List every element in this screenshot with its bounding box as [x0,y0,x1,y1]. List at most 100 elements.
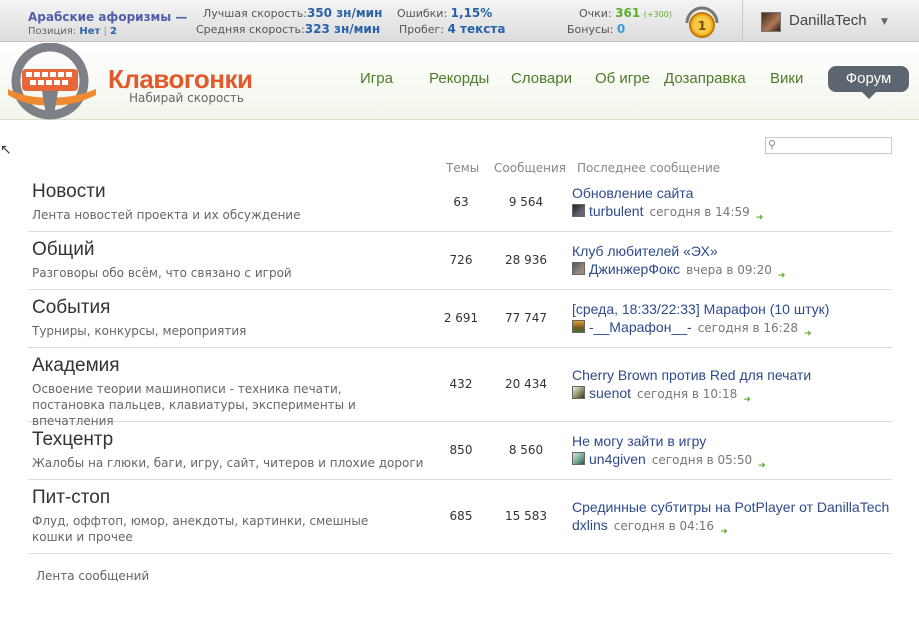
topics-count: 432 [449,377,473,391]
last-post-meta: dxlins сегодня в 04:16 ➜ [572,517,728,537]
section-title-link[interactable]: Академия [32,355,120,377]
topics-count: 63 [453,195,469,209]
avg-speed-label: Средняя скорость: [196,23,305,36]
message-feed-link[interactable]: Лента сообщений [36,569,149,583]
go-to-post-icon[interactable]: ➜ [743,395,751,405]
forum-row: Общий Разговоры обо всём, что связано с … [28,232,892,290]
last-post-time: сегодня в 05:50 [651,453,753,467]
topics-count: 2 691 [443,311,479,325]
last-post-time: сегодня в 14:59 [649,205,750,219]
bonus-label: Бонусы: [567,23,614,36]
position-info: Позиция: Нет | 2 [28,26,187,37]
last-post-link[interactable]: Не могу зайти в игру [572,433,706,449]
avatar[interactable] [761,12,781,32]
last-post-user[interactable]: un4given [589,451,646,467]
points-delta: (+300) [643,10,672,19]
messages-count: 8 560 [508,443,544,457]
go-to-post-icon[interactable]: ➜ [756,213,764,223]
last-post-link[interactable]: Клуб любителей «ЭХ» [572,243,718,259]
user-avatar-icon [572,320,585,333]
section-description: Турниры, конкурсы, мероприятия [32,324,247,338]
last-post-meta: un4given сегодня в 05:50 ➜ [572,451,766,471]
last-post-user[interactable]: turbulent [589,203,643,219]
user-avatar-icon [572,204,585,217]
user-avatar-icon [572,452,585,465]
best-speed-value: 350 зн/мин [306,6,383,20]
go-to-post-icon[interactable]: ➜ [804,329,812,339]
last-post-user[interactable]: suenot [589,385,631,401]
messages-count: 20 434 [505,377,547,391]
messages-count: 15 583 [505,509,547,523]
section-title-link[interactable]: События [32,297,110,319]
user-avatar-icon [572,386,585,399]
go-to-post-icon[interactable]: ➜ [758,461,766,471]
errors-label: Ошибки: [397,7,448,20]
bonus-value: 0 [616,22,626,36]
mileage-value: 4 текста [447,22,506,36]
avg-speed-value: 323 зн/мин [304,22,381,36]
last-post-user[interactable]: ДжинжерФокс [589,261,680,277]
search-icon: ⚲ [768,138,777,151]
section-title-link[interactable]: Общий [32,239,95,261]
last-post-meta: turbulent сегодня в 14:59 ➜ [572,203,763,223]
level-badge-icon[interactable]: 1 [684,3,720,39]
last-post-time: сегодня в 10:18 [637,387,738,401]
forum-row: Новости Лента новостей проекта и их обсу… [28,174,892,232]
user-menu[interactable]: DanillaTech ▼ [742,0,919,42]
points-label: Очки: [579,7,612,20]
column-last-post: Последнее сообщение [577,161,721,175]
current-mode: Арабские афоризмы — Позиция: Нет | 2 [28,6,187,37]
nav-about[interactable]: Об игре [595,70,650,87]
nav-game[interactable]: Игра [360,70,393,87]
forum-search-input[interactable]: ⚲ [765,137,892,154]
last-post-user[interactable]: -__Марафон__- [589,319,692,335]
last-post-link[interactable]: Срединные субтитры на PotPlayer от Danil… [572,499,889,515]
chevron-down-icon[interactable]: ▼ [881,17,888,27]
nav-dictionaries[interactable]: Словари [511,70,572,87]
user-avatar-icon [572,262,585,275]
section-title-link[interactable]: Техцентр [32,429,113,451]
nav-wiki[interactable]: Вики [770,70,803,87]
steering-wheel-logo-icon[interactable] [6,43,106,123]
section-description: Разговоры обо всём, что связано с игрой [32,266,292,280]
section-title-link[interactable]: Новости [32,181,106,203]
position-value: Нет [79,26,101,37]
forum-row: События Турниры, конкурсы, мероприятия 2… [28,290,892,348]
forum-row: Пит-стоп Флуд, оффтоп, юмор, анекдоты, к… [28,480,892,554]
logo-tagline: Набирай скорость [129,91,244,105]
last-post-link[interactable]: Обновление сайта [572,185,693,201]
points-value: 361 [615,6,641,20]
topics-count: 850 [449,443,473,457]
mileage-label: Пробег: [399,23,445,36]
mouse-pointer-icon: ↖ [0,142,12,158]
username[interactable]: DanillaTech [789,12,867,29]
section-title-link[interactable]: Пит-стоп [32,487,110,509]
last-post-user[interactable]: dxlins [572,517,608,533]
last-post-meta: -__Марафон__- сегодня в 16:28 ➜ [572,319,812,339]
mode-title-link[interactable]: Арабские афоризмы — [28,10,187,24]
site-header: Клавогонки Набирай скорость Игра Рекорды… [0,43,919,120]
topics-count: 685 [449,509,473,523]
mileage-stat: Пробег: 4 текста [399,22,505,36]
column-messages: Сообщения [494,161,567,175]
top-status-bar: Арабские афоризмы — Позиция: Нет | 2 Луч… [0,0,919,42]
position-separator: | [103,26,107,37]
nav-records[interactable]: Рекорды [429,70,489,87]
go-to-post-icon[interactable]: ➜ [720,527,728,537]
last-post-meta: ДжинжерФокс вчера в 09:20 ➜ [572,261,785,281]
avg-speed-stat: Средняя скорость:323 зн/мин [196,22,380,36]
position-number: 2 [110,26,118,37]
level-number: 1 [698,19,706,33]
section-description: Флуд, оффтоп, юмор, анекдоты, картинки, … [32,514,369,544]
section-description: Жалобы на глюки, баги, игру, сайт, читер… [32,456,424,470]
go-to-post-icon[interactable]: ➜ [778,271,786,281]
nav-forum-active[interactable]: Форум [828,66,909,99]
nav-refuel[interactable]: Дозаправка [664,70,746,87]
last-post-link[interactable]: [среда, 18:33/22:33] Марафон (10 штук) [572,301,829,317]
section-description: Лента новостей проекта и их обсуждение [32,208,301,222]
best-speed-stat: Лучшая скорость:350 зн/мин [203,6,382,20]
column-topics: Темы [446,161,480,175]
last-post-link[interactable]: Cherry Brown против Red для печати [572,367,811,383]
topics-count: 726 [449,253,473,267]
messages-count: 28 936 [505,253,547,267]
